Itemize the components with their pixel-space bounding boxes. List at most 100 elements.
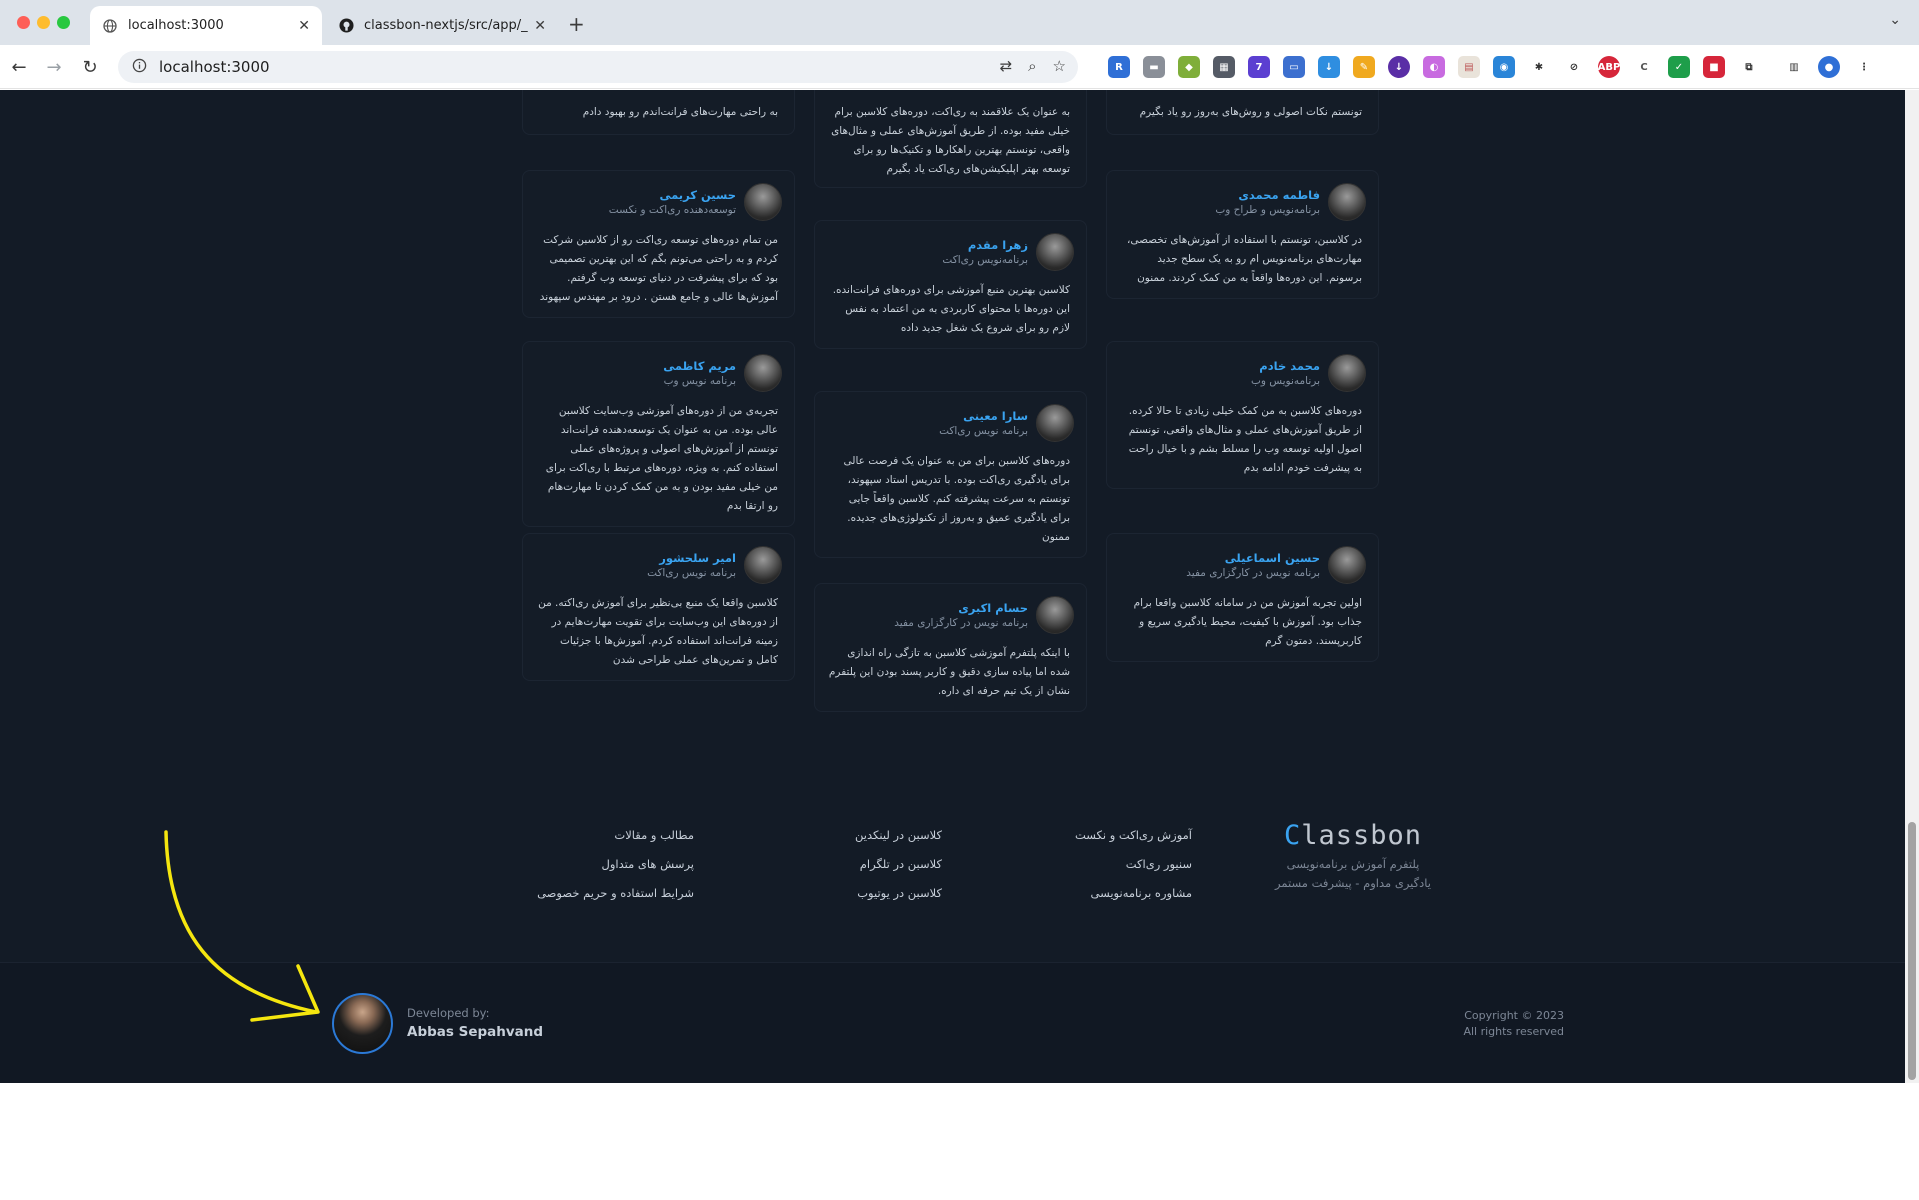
side-panel-icon[interactable]: ▥	[1783, 56, 1805, 78]
testimonial-role: توسعه‌دهنده ری‌اکت و نکست	[608, 204, 736, 216]
address-bar[interactable]: localhost:3000 ⇄ ⌕ ☆	[118, 51, 1078, 83]
shield-icon[interactable]: ✓	[1668, 56, 1690, 78]
testimonial-role: برنامه نویس در کارگزاری مفید	[1186, 567, 1320, 579]
testimonial-name: حسام اکبری	[958, 601, 1028, 615]
testimonial-role: برنامه‌نویس وب	[1250, 375, 1320, 387]
extension-icon[interactable]: ↓	[1318, 56, 1340, 78]
tab-title: classbon-nextjs/src/app/_con	[364, 18, 528, 33]
footer-link[interactable]: مشاوره برنامه‌نویسی	[1032, 879, 1192, 908]
footer-link[interactable]: شرایط استفاده و حریم خصوصی	[470, 879, 694, 908]
testimonial-card: سارا معینی برنامه نویس ری‌اکت دوره‌های کل…	[814, 391, 1087, 558]
puzzle-icon[interactable]: ⧉	[1738, 56, 1760, 78]
testimonial-card: حسام اکبری برنامه نویس در کارگزاری مفید ب…	[814, 583, 1087, 712]
extension-icon[interactable]: ◐	[1423, 56, 1445, 78]
classbon-logo[interactable]: Classbon	[1258, 820, 1448, 851]
site-info-icon[interactable]	[132, 58, 147, 77]
testimonial-name: امیر سلحشور	[659, 551, 736, 565]
footer-links-pages: مطالب و مقالات پرسش های متداول شرایط است…	[470, 821, 694, 908]
avatar	[744, 183, 782, 221]
testimonial-role: برنامه نویس ری‌اکت	[939, 425, 1028, 437]
tab-search-chevron-icon[interactable]: ⌄	[1889, 12, 1901, 28]
browser-menu-icon[interactable]: ⋮	[1853, 56, 1875, 78]
zoom-icon[interactable]: ⌕	[1028, 57, 1036, 75]
close-window-button[interactable]	[17, 16, 30, 29]
testimonial-card: زهرا مقدم برنامه‌نویس ری‌اکت کلاسبن بهتری…	[814, 220, 1087, 349]
developer-avatar[interactable]	[332, 993, 393, 1054]
minimize-window-button[interactable]	[37, 16, 50, 29]
avatar	[1328, 354, 1366, 392]
testimonial-text: من تمام دوره‌های توسعه ری‌اکت رو از کلاس…	[539, 234, 778, 303]
new-tab-button[interactable]: +	[568, 12, 585, 36]
testimonial-card-fragment: تونستم نکات اصولی و روش‌های به‌روز رو یا…	[1106, 90, 1379, 135]
testimonial-text: با اینکه پلتفرم آموزشی کلاسبن به تازگی ر…	[828, 647, 1070, 697]
extension-icon[interactable]: ⊘	[1563, 56, 1585, 78]
profile-avatar[interactable]: ●	[1818, 56, 1840, 78]
extension-icon[interactable]: ▭	[1283, 56, 1305, 78]
testimonial-name: سارا معینی	[963, 409, 1028, 423]
testimonial-text: در کلاسبن، تونستم با استفاده از آموزش‌ها…	[1126, 234, 1362, 284]
testimonial-card: حسین کریمی توسعه‌دهنده ری‌اکت و نکست من ت…	[522, 170, 795, 318]
extensions-bar: R ▬ ◆ ▦ 7 ▭ ↓ ✎ ↓ ◐ ▤ ◉ ✱ ⊘ ABP C ✓ ■ ⧉ …	[1108, 56, 1875, 78]
tab-github[interactable]: classbon-nextjs/src/app/_con ✕	[326, 6, 558, 45]
testimonial-name: مریم کاظمی	[663, 359, 736, 373]
testimonial-text: دوره‌های کلاسبن برای من به عنوان یک فرصت…	[843, 455, 1070, 543]
page-viewport: به راحتی مهارت‌های فرانت‌اندم رو بهبود د…	[0, 90, 1919, 1083]
forward-icon[interactable]: →	[41, 54, 67, 80]
maximize-window-button[interactable]	[57, 16, 70, 29]
extension-icon[interactable]: ▦	[1213, 56, 1235, 78]
close-tab-icon[interactable]: ✕	[534, 18, 546, 34]
testimonial-text: اولین تجربه آموزش من در سامانه کلاسبن وا…	[1133, 597, 1362, 647]
testimonial-card: فاطمه محمدی برنامه‌نویس و طراح وب در کلاس…	[1106, 170, 1379, 299]
extension-icon[interactable]: ◉	[1493, 56, 1515, 78]
tab-localhost[interactable]: localhost:3000 ✕	[90, 6, 322, 45]
testimonial-name: حسین کریمی	[659, 188, 736, 202]
browser-toolbar: ← → ↻ localhost:3000 ⇄ ⌕ ☆ R ▬ ◆ ▦ 7 ▭ ↓…	[0, 45, 1919, 89]
extension-icon[interactable]: ◆	[1178, 56, 1200, 78]
reload-icon[interactable]: ↻	[77, 54, 103, 80]
footer-links-services: آموزش ری‌اکت و نکست سنیور ری‌اکت مشاوره …	[1032, 821, 1192, 908]
testimonial-name: زهرا مقدم	[967, 238, 1028, 252]
footer-link[interactable]: پرسش های متداول	[470, 850, 695, 879]
extension-icon[interactable]: R	[1108, 56, 1130, 78]
footer-link[interactable]: کلاسبن در لینکدین	[782, 821, 942, 850]
extension-icon[interactable]: C	[1633, 56, 1655, 78]
testimonial-text: کلاسبن واقعا یک منبع بی‌نظیر برای آموزش …	[538, 597, 778, 666]
testimonial-text: تجربه‌ی من از دوره‌های آموزشی وب‌سایت کل…	[545, 405, 778, 512]
testimonial-name: محمد خادم	[1259, 359, 1320, 373]
extension-icon[interactable]: ▤	[1458, 56, 1480, 78]
testimonial-role: برنامه‌نویس و طراح وب	[1215, 204, 1320, 216]
globe-icon	[102, 18, 118, 34]
url-text: localhost:3000	[159, 58, 270, 76]
tagline-line-2: یادگیری مداوم - پیشرفت مستمر	[1275, 876, 1431, 890]
bookmark-star-icon[interactable]: ☆	[1053, 57, 1066, 75]
footer-link[interactable]: مطالب و مقالات	[470, 821, 694, 850]
avatar	[1328, 546, 1366, 584]
testimonial-role: برنامه نویس وب	[663, 375, 736, 387]
adblock-icon[interactable]: ABP	[1598, 56, 1620, 78]
footer-link[interactable]: کلاسبن در تلگرام	[782, 850, 942, 879]
close-tab-icon[interactable]: ✕	[298, 18, 310, 34]
extension-icon[interactable]: ↓	[1388, 56, 1410, 78]
extension-icon[interactable]: ■	[1703, 56, 1725, 78]
footer-link[interactable]: آموزش ری‌اکت و نکست	[1032, 821, 1192, 850]
testimonial-name: فاطمه محمدی	[1238, 188, 1320, 202]
browser-tab-bar: localhost:3000 ✕ classbon-nextjs/src/app…	[0, 0, 1919, 45]
footer-link[interactable]: کلاسبن در یوتیوب	[782, 879, 942, 908]
avatar	[1036, 233, 1074, 271]
extension-icon[interactable]: 7	[1248, 56, 1270, 78]
developer-name[interactable]: Abbas Sepahvand	[407, 1024, 543, 1040]
avatar	[744, 354, 782, 392]
avatar	[1036, 404, 1074, 442]
testimonial-card-fragment: به راحتی مهارت‌های فرانت‌اندم رو بهبود د…	[522, 90, 795, 135]
extension-icon[interactable]: ✱	[1528, 56, 1550, 78]
testimonial-role: برنامه‌نویس ری‌اکت	[942, 254, 1028, 266]
footer-link[interactable]: سنیور ری‌اکت	[1032, 850, 1192, 879]
extension-icon[interactable]: ✎	[1353, 56, 1375, 78]
avatar	[1036, 596, 1074, 634]
scrollbar-thumb[interactable]	[1908, 822, 1916, 1080]
back-icon[interactable]: ←	[6, 54, 32, 80]
translate-icon[interactable]: ⇄	[1000, 57, 1013, 75]
extension-icon[interactable]: ▬	[1143, 56, 1165, 78]
testimonial-card: حسین اسماعیلی برنامه نویس در کارگزاری مفی…	[1106, 533, 1379, 662]
testimonial-card: امیر سلحشور برنامه نویس ری‌اکت کلاسبن واق…	[522, 533, 795, 681]
